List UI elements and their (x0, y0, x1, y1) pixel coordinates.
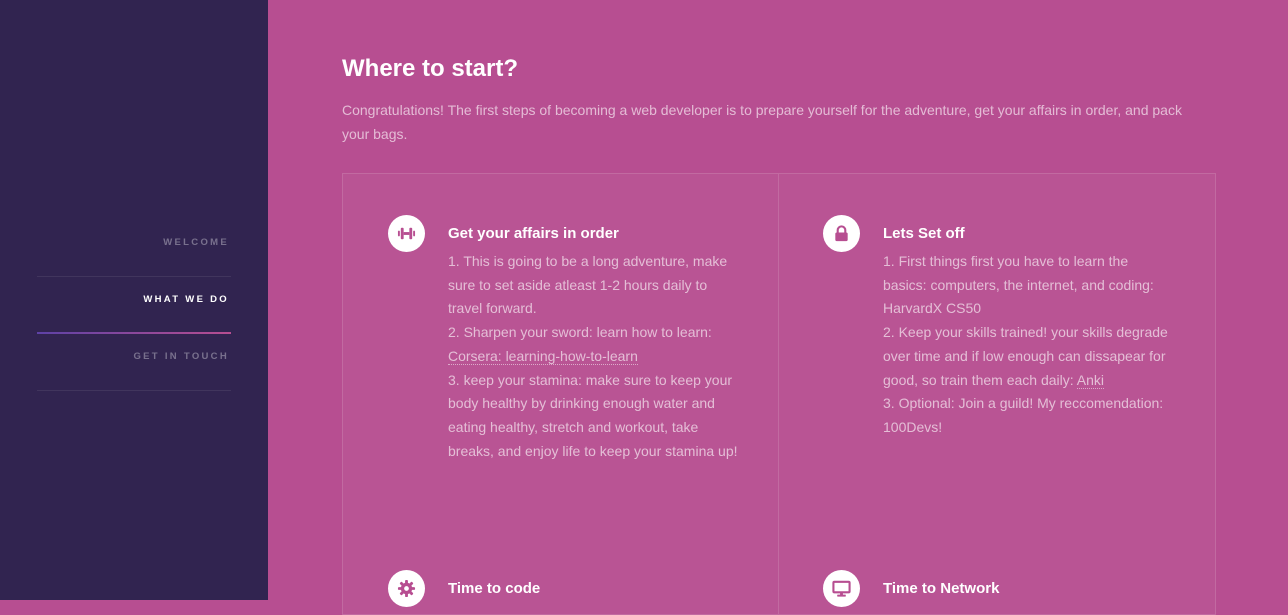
feature-title: Get your affairs in order (448, 225, 619, 242)
column-divider (778, 174, 779, 614)
main-content: Where to start? Congratulations! The fir… (268, 0, 1288, 615)
nav-item-get-in-touch[interactable]: Get in touch (37, 334, 231, 391)
nav-link-what-we-do[interactable]: What we do (143, 294, 229, 305)
coursera-link[interactable]: Corsera: learning-how-to-learn (448, 347, 638, 365)
feature-title: Lets Set off (883, 225, 965, 242)
section-intro: Congratulations! The first steps of beco… (342, 102, 1182, 142)
feature-line: 2. Sharpen your sword: learn how to lear… (448, 324, 712, 365)
feature-line: 2. Keep your skills trained! your skills… (883, 324, 1168, 389)
sidebar: Welcome What we do Get in touch (0, 0, 268, 600)
gear-icon (388, 570, 425, 607)
feature-line: 3. keep your stamina: make sure to keep … (448, 371, 738, 459)
feature-line: 1. This is going to be a long adventure,… (448, 253, 728, 317)
nav-link-welcome[interactable]: Welcome (163, 237, 229, 248)
desktop-icon (823, 570, 860, 607)
lock-icon (823, 215, 860, 252)
nav-link-get-in-touch[interactable]: Get in touch (133, 351, 229, 362)
section-title: Where to start? (342, 55, 519, 82)
feature-line: 3. Optional: Join a guild! My reccomenda… (883, 395, 1164, 435)
features-grid: Get your affairs in order 1. This is goi… (342, 173, 1216, 615)
nav-item-what-we-do[interactable]: What we do (37, 277, 231, 334)
sidebar-nav: Welcome What we do Get in touch (37, 220, 231, 391)
feature-body: 1. First things first you have to learn … (883, 250, 1173, 440)
anki-link[interactable]: Anki (1076, 371, 1105, 389)
feature-line: 1. First things first you have to learn … (883, 253, 1154, 317)
dumbbell-icon (388, 215, 425, 252)
feature-title: Time to Network (883, 580, 1000, 597)
nav-item-welcome[interactable]: Welcome (37, 220, 231, 277)
feature-body: 1. This is going to be a long adventure,… (448, 250, 738, 463)
feature-title: Time to code (448, 580, 541, 597)
